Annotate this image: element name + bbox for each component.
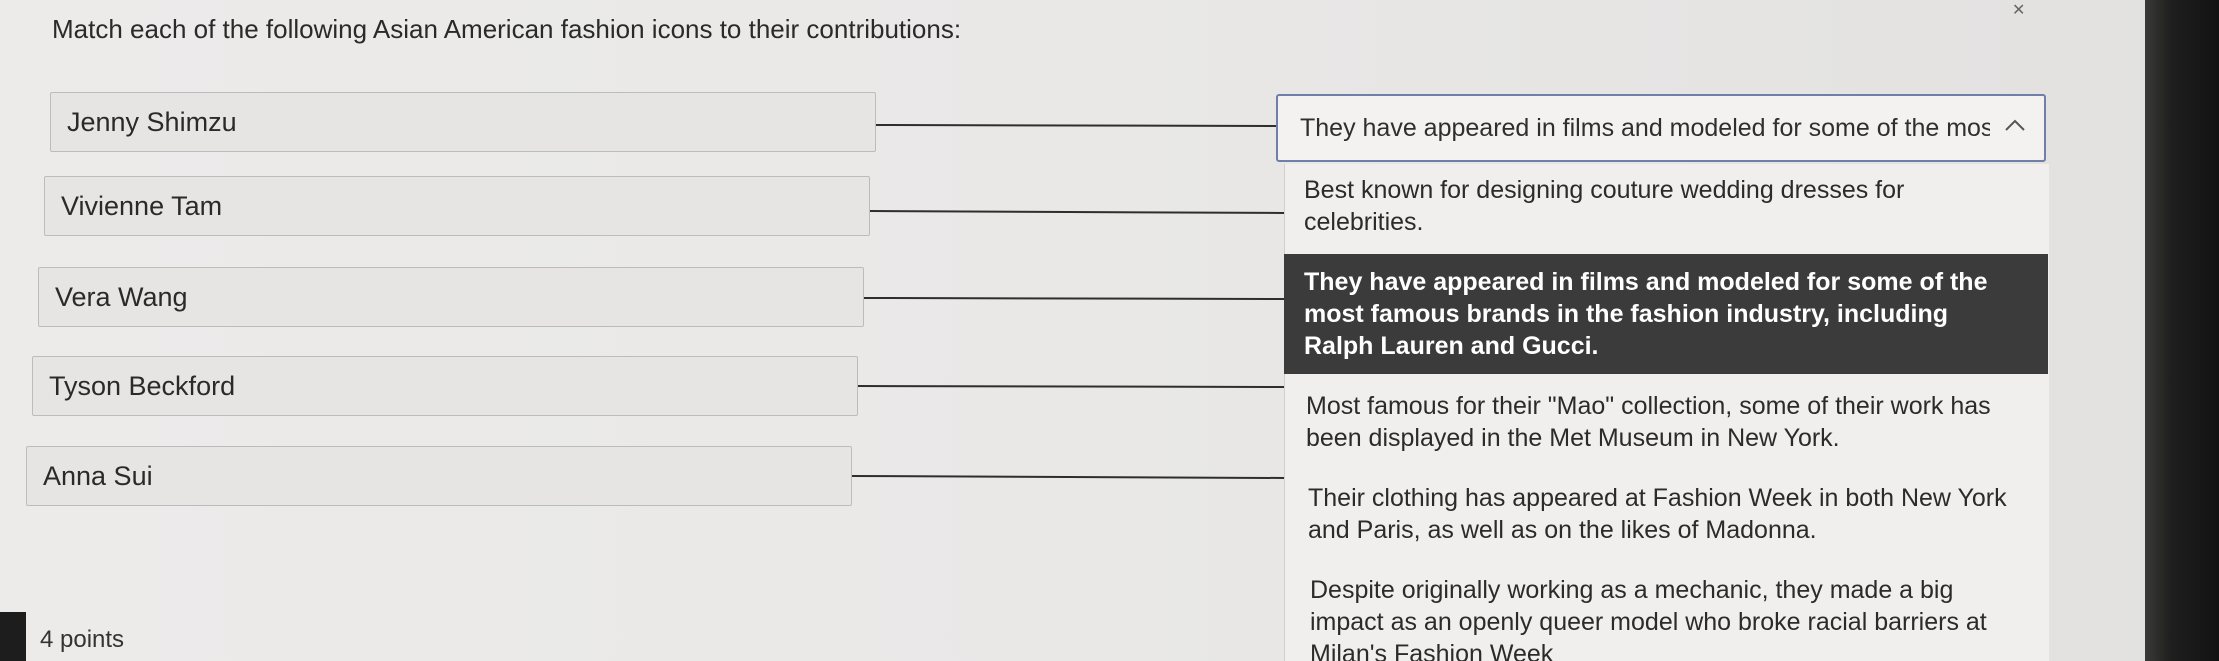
dropdown-option[interactable]: Best known for designing couture wedding… [1284,174,2048,238]
points-label: 4 points [40,626,125,653]
connector-line [851,475,1285,479]
dropdown-option-text: They have appeared in films and modeled … [1304,268,1988,360]
dropdown-option-text: Most famous for their "Mao" collection, … [1306,392,1991,452]
dropdown-option-text: Despite originally working as a mechanic… [1310,576,1987,661]
dropdown-selected-value: They have appeared in films and modeled … [1300,114,1990,142]
connector-line [875,124,1277,127]
dropdown-option-highlighted[interactable]: They have appeared in films and modeled … [1284,254,2048,374]
connector-line [863,297,1285,300]
dropdown-option-text: Best known for designing couture wedding… [1304,176,1905,236]
dropdown-option[interactable]: Despite originally working as a mechanic… [1284,574,2048,661]
chevron-up-icon[interactable] [2004,118,2026,132]
connector-line [869,210,1285,214]
dropdown-option[interactable]: Most famous for their "Mao" collection, … [1284,390,2048,454]
dropdown-option[interactable]: Their clothing has appeared at Fashion W… [1284,482,2048,546]
connector-line [857,385,1285,388]
match-dropdown[interactable]: They have appeared in films and modeled … [1276,94,2046,162]
dropdown-option-text: Their clothing has appeared at Fashion W… [1308,484,2007,544]
